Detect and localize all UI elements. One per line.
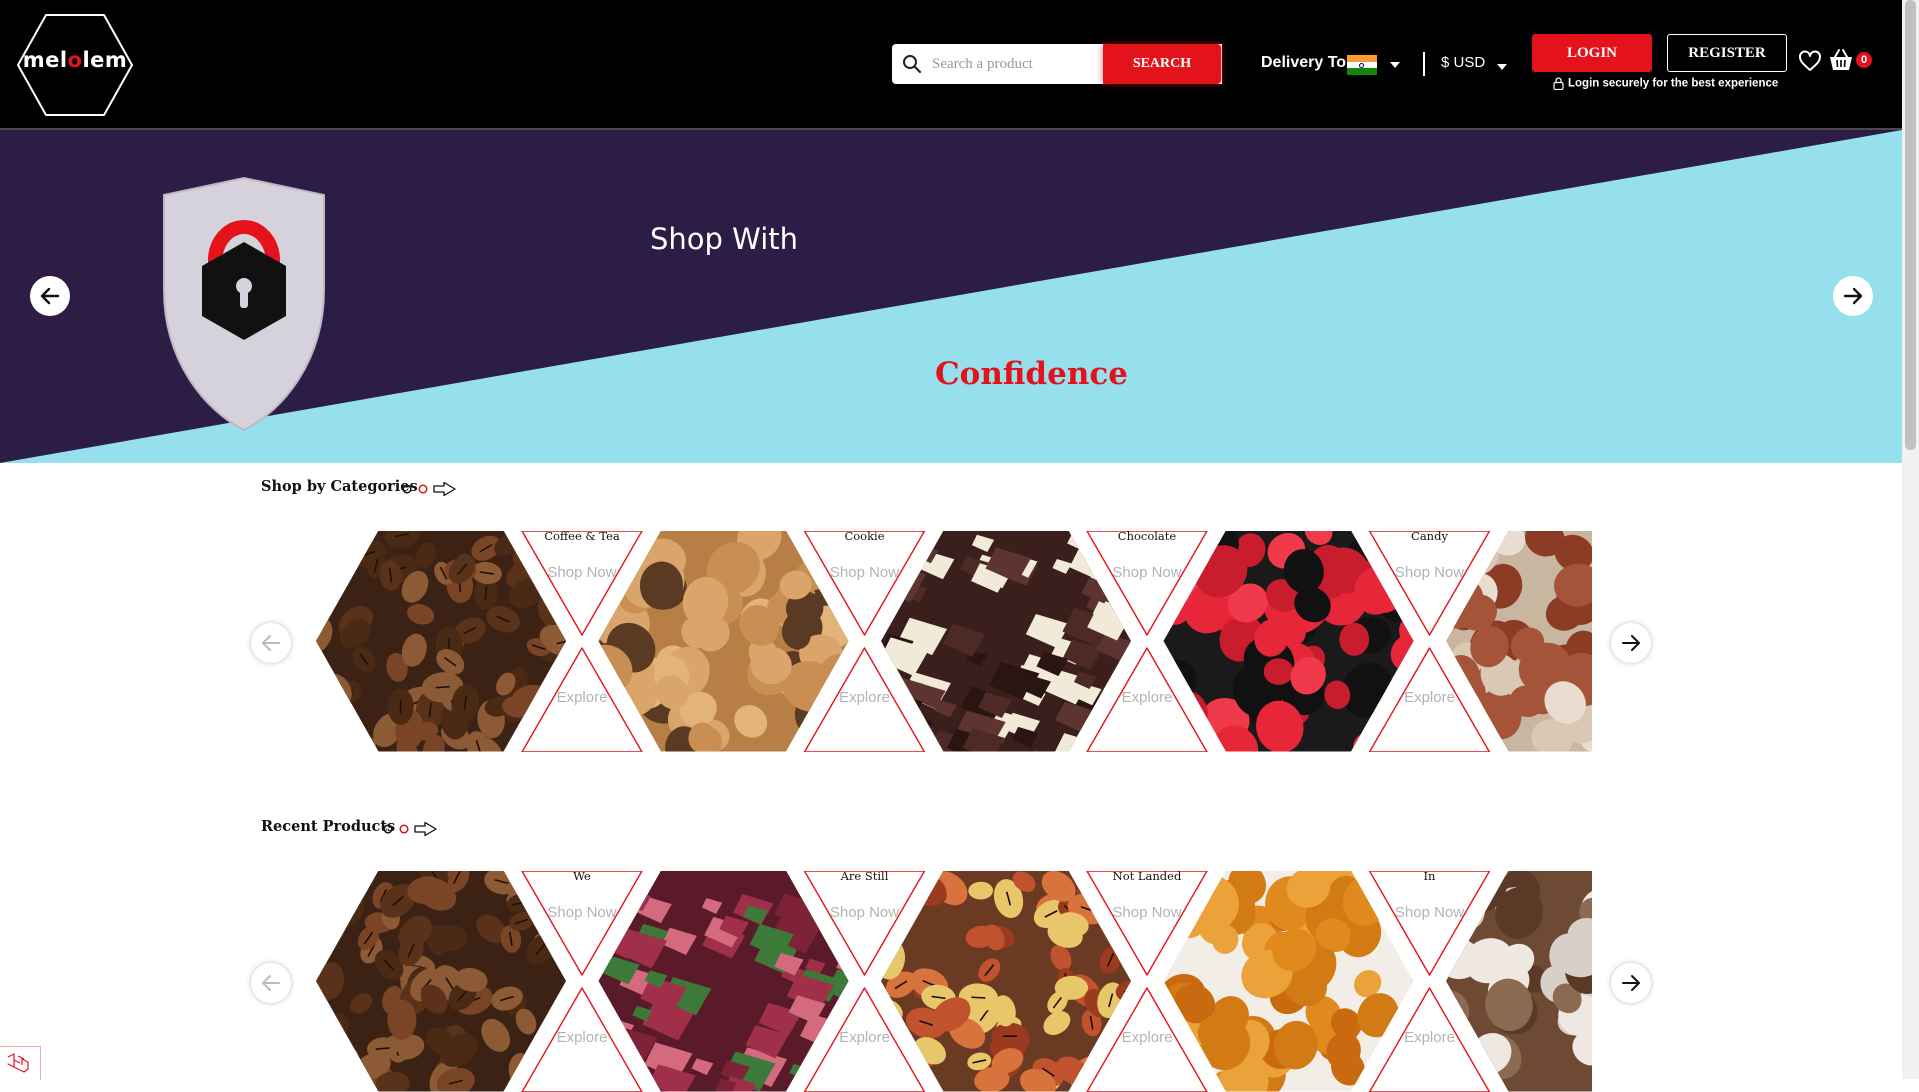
category-shop-now-link[interactable]: Shop Now bbox=[815, 564, 915, 581]
categories-carousel: Coffee & Tea Shop Now Explore Cookie Shop No… bbox=[316, 531, 1592, 752]
delivery-label: Delivery To: bbox=[1261, 54, 1351, 72]
category-item-name[interactable]: Coffee & Tea bbox=[542, 531, 622, 543]
page-scrollbar[interactable] bbox=[1902, 0, 1919, 1079]
recent-explore-link[interactable]: Explore bbox=[1380, 1029, 1480, 1046]
site-logo[interactable]: melolem bbox=[16, 13, 134, 117]
arrow-right-icon bbox=[1621, 973, 1641, 993]
debug-bar-toggle[interactable] bbox=[0, 1046, 41, 1080]
lock-icon bbox=[1553, 77, 1564, 90]
recent-shop-now-link[interactable]: Shop Now bbox=[532, 904, 632, 921]
recent-explore-link[interactable]: Explore bbox=[1097, 1029, 1197, 1046]
recent-shop-now-link[interactable]: Shop Now bbox=[1097, 904, 1197, 921]
india-flag-icon[interactable] bbox=[1347, 55, 1377, 75]
header-divider bbox=[1423, 52, 1425, 76]
banner-background bbox=[0, 130, 1902, 463]
category-explore-link[interactable]: Explore bbox=[1097, 689, 1197, 706]
category-explore-link[interactable]: Explore bbox=[532, 689, 632, 706]
arrow-left-icon bbox=[40, 286, 60, 306]
category-explore-link[interactable]: Explore bbox=[1380, 689, 1480, 706]
category-item-name[interactable]: Chocolate bbox=[1107, 531, 1187, 543]
cart-basket-icon[interactable] bbox=[1828, 48, 1854, 72]
register-button[interactable]: REGISTER bbox=[1667, 34, 1787, 72]
search-icon bbox=[902, 54, 922, 74]
site-header: melolem SEARCH Delivery To: $ USD LOGIN … bbox=[0, 0, 1902, 130]
arrow-left-icon bbox=[261, 973, 281, 993]
logo-text: melolem bbox=[16, 48, 134, 72]
hero-banner bbox=[0, 130, 1902, 463]
currency-selector[interactable]: $ USD bbox=[1441, 54, 1485, 71]
arrow-right-icon bbox=[1843, 286, 1863, 306]
categories-title: Shop by Categories bbox=[261, 478, 418, 495]
banner-prev-button[interactable] bbox=[30, 276, 70, 316]
login-note: Login securely for the best experience bbox=[1553, 77, 1778, 90]
section-deco-icon bbox=[401, 481, 457, 497]
recent-item-name[interactable]: Are Still bbox=[825, 871, 905, 883]
recent-explore-link[interactable]: Explore bbox=[532, 1029, 632, 1046]
category-item-name[interactable]: Candy bbox=[1390, 531, 1470, 543]
recent-prev-button[interactable] bbox=[251, 963, 291, 1003]
arrow-left-icon bbox=[261, 633, 281, 653]
cart-count-badge: 0 bbox=[1856, 52, 1872, 68]
arrow-right-icon bbox=[1621, 633, 1641, 653]
categories-next-button[interactable] bbox=[1611, 623, 1651, 663]
recent-products-title: Recent Products bbox=[261, 818, 395, 835]
wishlist-heart-icon[interactable] bbox=[1798, 50, 1822, 72]
laravel-logo-icon bbox=[6, 1053, 30, 1075]
recent-item-name[interactable]: We bbox=[542, 871, 622, 883]
scrollbar-thumb[interactable] bbox=[1905, 0, 1916, 450]
recent-explore-link[interactable]: Explore bbox=[815, 1029, 915, 1046]
categories-prev-button[interactable] bbox=[251, 623, 291, 663]
category-item-name[interactable]: Cookie bbox=[825, 531, 905, 543]
login-button[interactable]: LOGIN bbox=[1532, 34, 1652, 72]
recent-item-name[interactable]: Not Landed bbox=[1107, 871, 1187, 883]
currency-dropdown-caret-icon[interactable] bbox=[1497, 64, 1507, 70]
category-shop-now-link[interactable]: Shop Now bbox=[532, 564, 632, 581]
banner-headline: Shop With bbox=[650, 222, 798, 256]
recent-shop-now-link[interactable]: Shop Now bbox=[815, 904, 915, 921]
banner-highlight: Confidence bbox=[935, 356, 1128, 392]
category-explore-link[interactable]: Explore bbox=[815, 689, 915, 706]
delivery-dropdown-caret-icon[interactable] bbox=[1390, 62, 1400, 68]
recent-next-button[interactable] bbox=[1611, 963, 1651, 1003]
recent-shop-now-link[interactable]: Shop Now bbox=[1380, 904, 1480, 921]
category-shop-now-link[interactable]: Shop Now bbox=[1097, 564, 1197, 581]
recent-item-name[interactable]: In bbox=[1390, 871, 1470, 883]
recent-products-carousel: We Shop Now Explore Are Still Shop Now Explor… bbox=[316, 871, 1592, 1092]
search-button[interactable]: SEARCH bbox=[1103, 44, 1221, 84]
category-shop-now-link[interactable]: Shop Now bbox=[1380, 564, 1480, 581]
section-deco-icon bbox=[382, 821, 438, 837]
banner-next-button[interactable] bbox=[1833, 276, 1873, 316]
